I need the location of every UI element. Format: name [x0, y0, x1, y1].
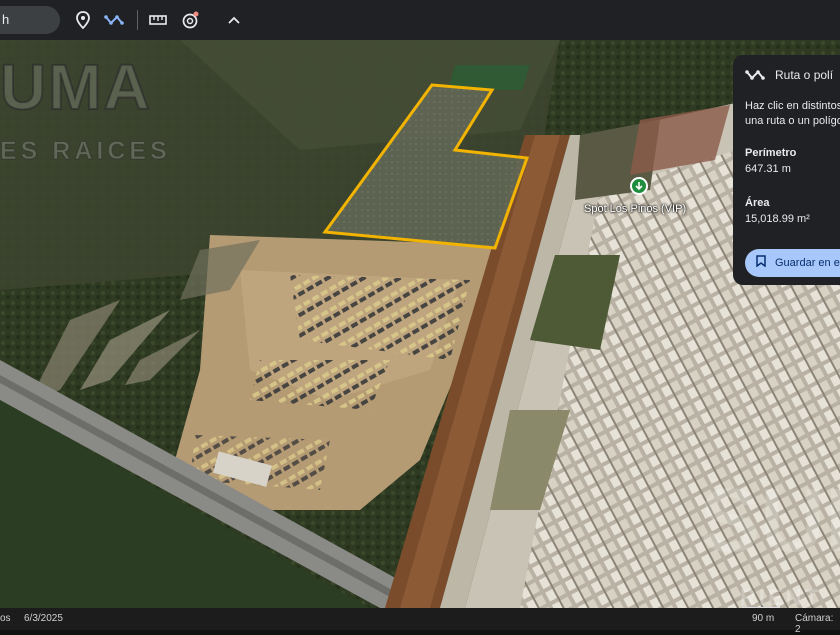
area-value: 15,018.99 m² [745, 213, 810, 225]
location-pin-icon[interactable] [71, 8, 95, 32]
toolbar: h [0, 0, 840, 40]
watermark-large-bottom: SUI [700, 471, 840, 571]
panel-description-line2: una ruta o un polígo [745, 115, 840, 127]
chevron-up-icon[interactable] [222, 8, 246, 32]
watermark-subtitle-top: ES RAICES [0, 137, 171, 166]
status-left-text: os [0, 613, 11, 624]
watermark-logo-top: UMA [0, 50, 152, 124]
save-button-label: Guardar en e [775, 257, 840, 269]
bookmark-icon [756, 250, 766, 278]
scale-label: 90 m [752, 613, 775, 624]
path-icon [745, 68, 765, 87]
scale-bar [742, 604, 780, 608]
measure-panel: Ruta o polí Haz clic en distintos una ru… [733, 55, 840, 285]
area-label: Área [745, 197, 770, 209]
panel-title: Ruta o polí [775, 68, 834, 82]
camera-altitude: Cámara: 2 [795, 613, 834, 635]
poi-pin-icon[interactable] [630, 177, 648, 195]
toolbar-divider [137, 10, 138, 30]
poi-label[interactable]: Spot Los Pinos (VIP) [584, 203, 686, 215]
history-icon[interactable] [178, 8, 202, 32]
search-input[interactable]: h [0, 6, 60, 34]
panel-description-line1: Haz clic en distintos [745, 100, 840, 112]
path-icon[interactable] [102, 8, 126, 32]
perimeter-label: Perímetro [745, 147, 797, 159]
imagery-date: 6/3/2025 [24, 613, 63, 624]
perimeter-value: 647.31 m [745, 163, 791, 175]
ruler-icon[interactable] [146, 8, 170, 32]
status-bar: os 6/3/2025 90 m Cámara: 2 [0, 608, 840, 635]
save-button[interactable]: Guardar en e [745, 249, 840, 277]
